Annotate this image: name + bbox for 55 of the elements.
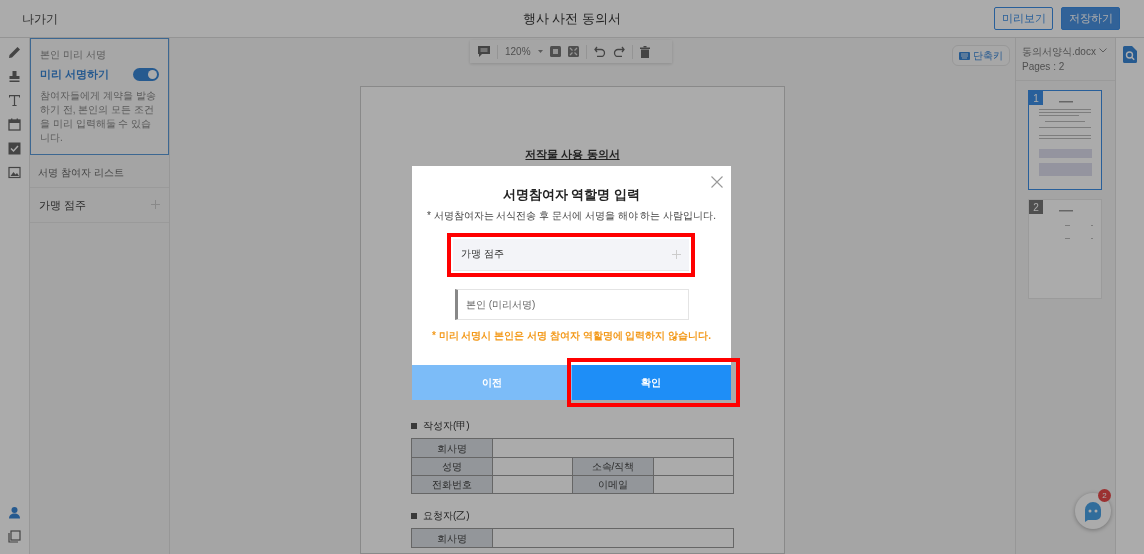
redo-icon[interactable] xyxy=(612,46,625,57)
document-title: 행사 사전 동의서 xyxy=(522,10,622,26)
dialog-subtitle: * 서명참여자는 서식전송 후 문서에 서명을 해야 하는 사람입니다. xyxy=(426,208,717,223)
page-number: 2 xyxy=(1029,200,1043,214)
person-icon[interactable] xyxy=(8,506,21,519)
checkbox-icon[interactable] xyxy=(8,142,21,155)
toggle-switch[interactable] xyxy=(133,67,159,81)
chevron-down-icon[interactable] xyxy=(1099,48,1107,53)
section-heading: 작성자(甲) xyxy=(423,420,470,432)
pages-icon[interactable] xyxy=(8,530,21,543)
page-number: 1 xyxy=(1029,91,1043,105)
back-button[interactable]: 이전 xyxy=(412,364,572,400)
save-button[interactable]: 저장하기 xyxy=(1061,7,1120,30)
description-text: 참여자들에게 계약을 발송하기 전, 본인의 모든 조건을 미리 입력해둘 수 있습니다. xyxy=(40,88,157,145)
role-field: 본인 (미리서명) xyxy=(455,288,689,320)
table-label: 회사명 xyxy=(412,439,493,457)
table-label: 소속/직책 xyxy=(573,458,654,475)
dialog-title: 서명참여자 역할명 입력 xyxy=(501,186,642,204)
image-icon[interactable] xyxy=(8,166,21,179)
zoom-level[interactable]: 120% xyxy=(505,44,531,59)
toggle-label: 미리 서명하기 xyxy=(40,67,110,82)
keyboard-icon xyxy=(959,51,970,60)
page-thumbnail[interactable]: 2 xyxy=(1028,199,1102,299)
page-preview-drawing xyxy=(1059,210,1093,239)
list-title: 서명 참여자 리스트 xyxy=(30,154,169,188)
comment-icon[interactable] xyxy=(478,46,490,57)
exit-link[interactable]: 나가기 xyxy=(22,11,58,26)
fit-width-icon[interactable] xyxy=(567,46,579,57)
section-heading: 요청자(乙) xyxy=(423,510,470,522)
card-caption: 본인 미리 서명 xyxy=(40,48,107,62)
confirm-button[interactable]: 확인 xyxy=(571,364,731,400)
square-bullet-icon xyxy=(411,423,417,429)
warning-note: * 미리 서명시 본인은 서명 참여자 역할명에 입력하지 않습니다. xyxy=(431,328,712,343)
document-heading: 저작물 사용 동의서 xyxy=(524,147,621,162)
square-bullet-icon xyxy=(411,513,417,519)
text-tool-icon[interactable] xyxy=(8,94,21,107)
table-label: 이메일 xyxy=(573,476,654,493)
chatbot-icon xyxy=(1082,500,1104,522)
preview-button[interactable]: 미리보기 xyxy=(994,7,1053,30)
table-label: 회사명 xyxy=(412,529,493,547)
close-icon xyxy=(711,175,723,188)
undo-icon[interactable] xyxy=(593,46,606,57)
page-thumbnail[interactable]: 1 xyxy=(1028,90,1102,190)
calendar-icon[interactable] xyxy=(8,118,21,131)
role-input-field[interactable]: 가맹 점주 xyxy=(453,238,689,271)
trash-icon[interactable] xyxy=(639,45,650,58)
table-label: 전화번호 xyxy=(412,476,493,493)
caret-icon[interactable] xyxy=(537,49,543,54)
stamp-icon[interactable] xyxy=(8,70,21,83)
pencil-icon[interactable] xyxy=(8,46,21,59)
shortcut-button[interactable]: 단축키 xyxy=(952,45,1010,66)
table-label: 성명 xyxy=(412,458,493,475)
file-name: 동의서양식.docx xyxy=(1021,45,1096,59)
document-search-icon[interactable] xyxy=(1123,46,1137,63)
fit-page-icon[interactable] xyxy=(549,46,561,57)
